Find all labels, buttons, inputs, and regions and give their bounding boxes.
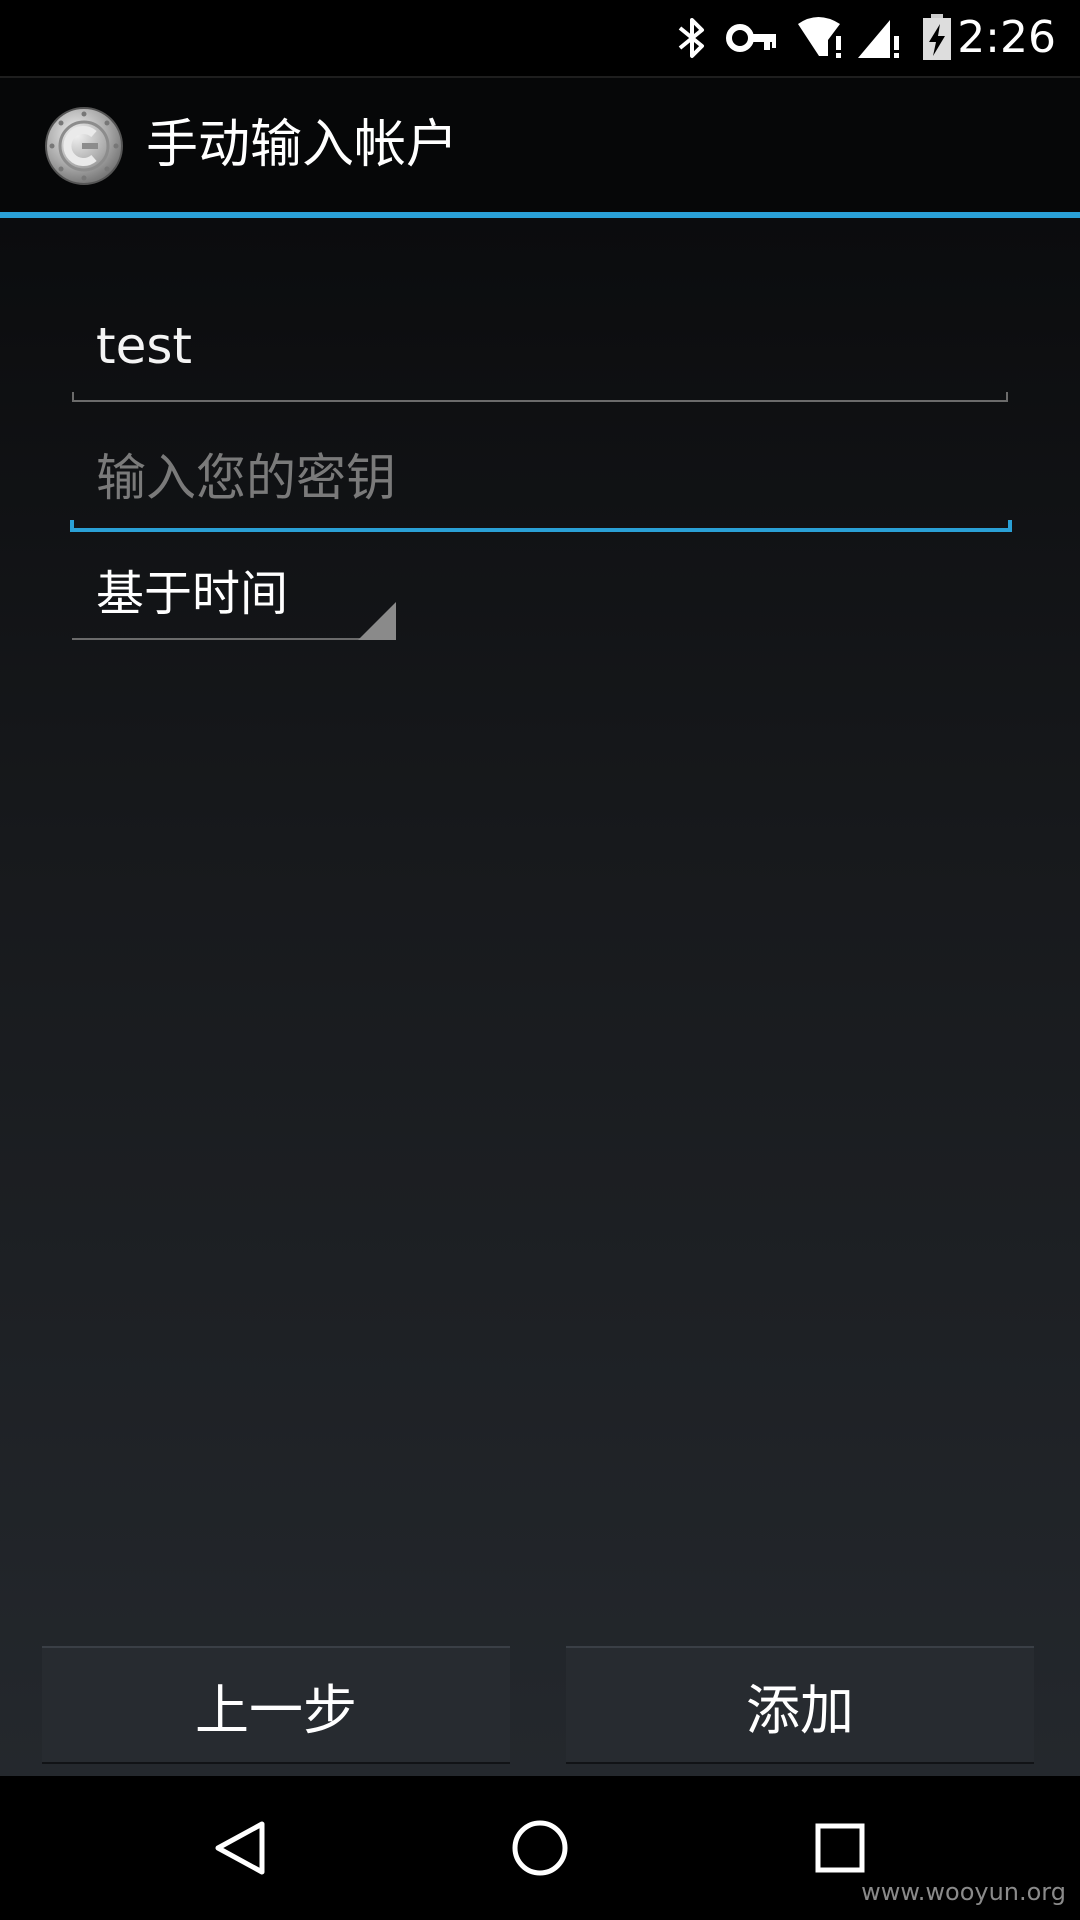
key-type-selected[interactable]: 基于时间 bbox=[96, 562, 288, 626]
wifi-warning-icon bbox=[798, 17, 841, 58]
field-underline-tick bbox=[1008, 520, 1012, 532]
navigation-bar: www.wooyun.org bbox=[0, 1776, 1080, 1920]
secret-key-input[interactable] bbox=[96, 444, 976, 512]
spinner-underline bbox=[72, 638, 396, 640]
home-icon[interactable] bbox=[508, 1816, 572, 1880]
action-bar: 手动输入帐户 bbox=[0, 78, 1080, 212]
battery-charging-icon bbox=[923, 14, 951, 60]
secret-key-field[interactable] bbox=[70, 426, 1012, 532]
vpn-key-icon bbox=[726, 24, 776, 52]
spinner-arrow-icon[interactable] bbox=[358, 602, 396, 640]
field-underline-focused bbox=[70, 528, 1010, 532]
cell-signal-warning-icon bbox=[858, 20, 899, 58]
field-underline-tick bbox=[70, 520, 74, 532]
account-name-value[interactable]: test bbox=[96, 314, 192, 378]
field-underline-tick bbox=[1006, 392, 1008, 402]
back-icon[interactable] bbox=[208, 1816, 272, 1880]
recents-icon[interactable] bbox=[808, 1816, 872, 1880]
bluetooth-icon bbox=[678, 18, 704, 58]
content-area: test 基于时间 bbox=[0, 218, 1080, 1776]
key-type-spinner[interactable]: 基于时间 bbox=[72, 552, 396, 640]
field-underline bbox=[72, 400, 1008, 402]
add-button[interactable]: 添加 bbox=[566, 1646, 1034, 1764]
page-title: 手动输入帐户 bbox=[146, 115, 459, 175]
previous-step-button[interactable]: 上一步 bbox=[42, 1646, 510, 1764]
field-underline-tick bbox=[72, 392, 74, 402]
status-bar: 2:26 bbox=[0, 0, 1080, 78]
status-time: 2:26 bbox=[957, 12, 1056, 63]
account-name-field[interactable]: test bbox=[72, 300, 1008, 402]
authenticator-logo-icon[interactable] bbox=[44, 106, 124, 186]
watermark-text: www.wooyun.org bbox=[861, 1878, 1066, 1906]
